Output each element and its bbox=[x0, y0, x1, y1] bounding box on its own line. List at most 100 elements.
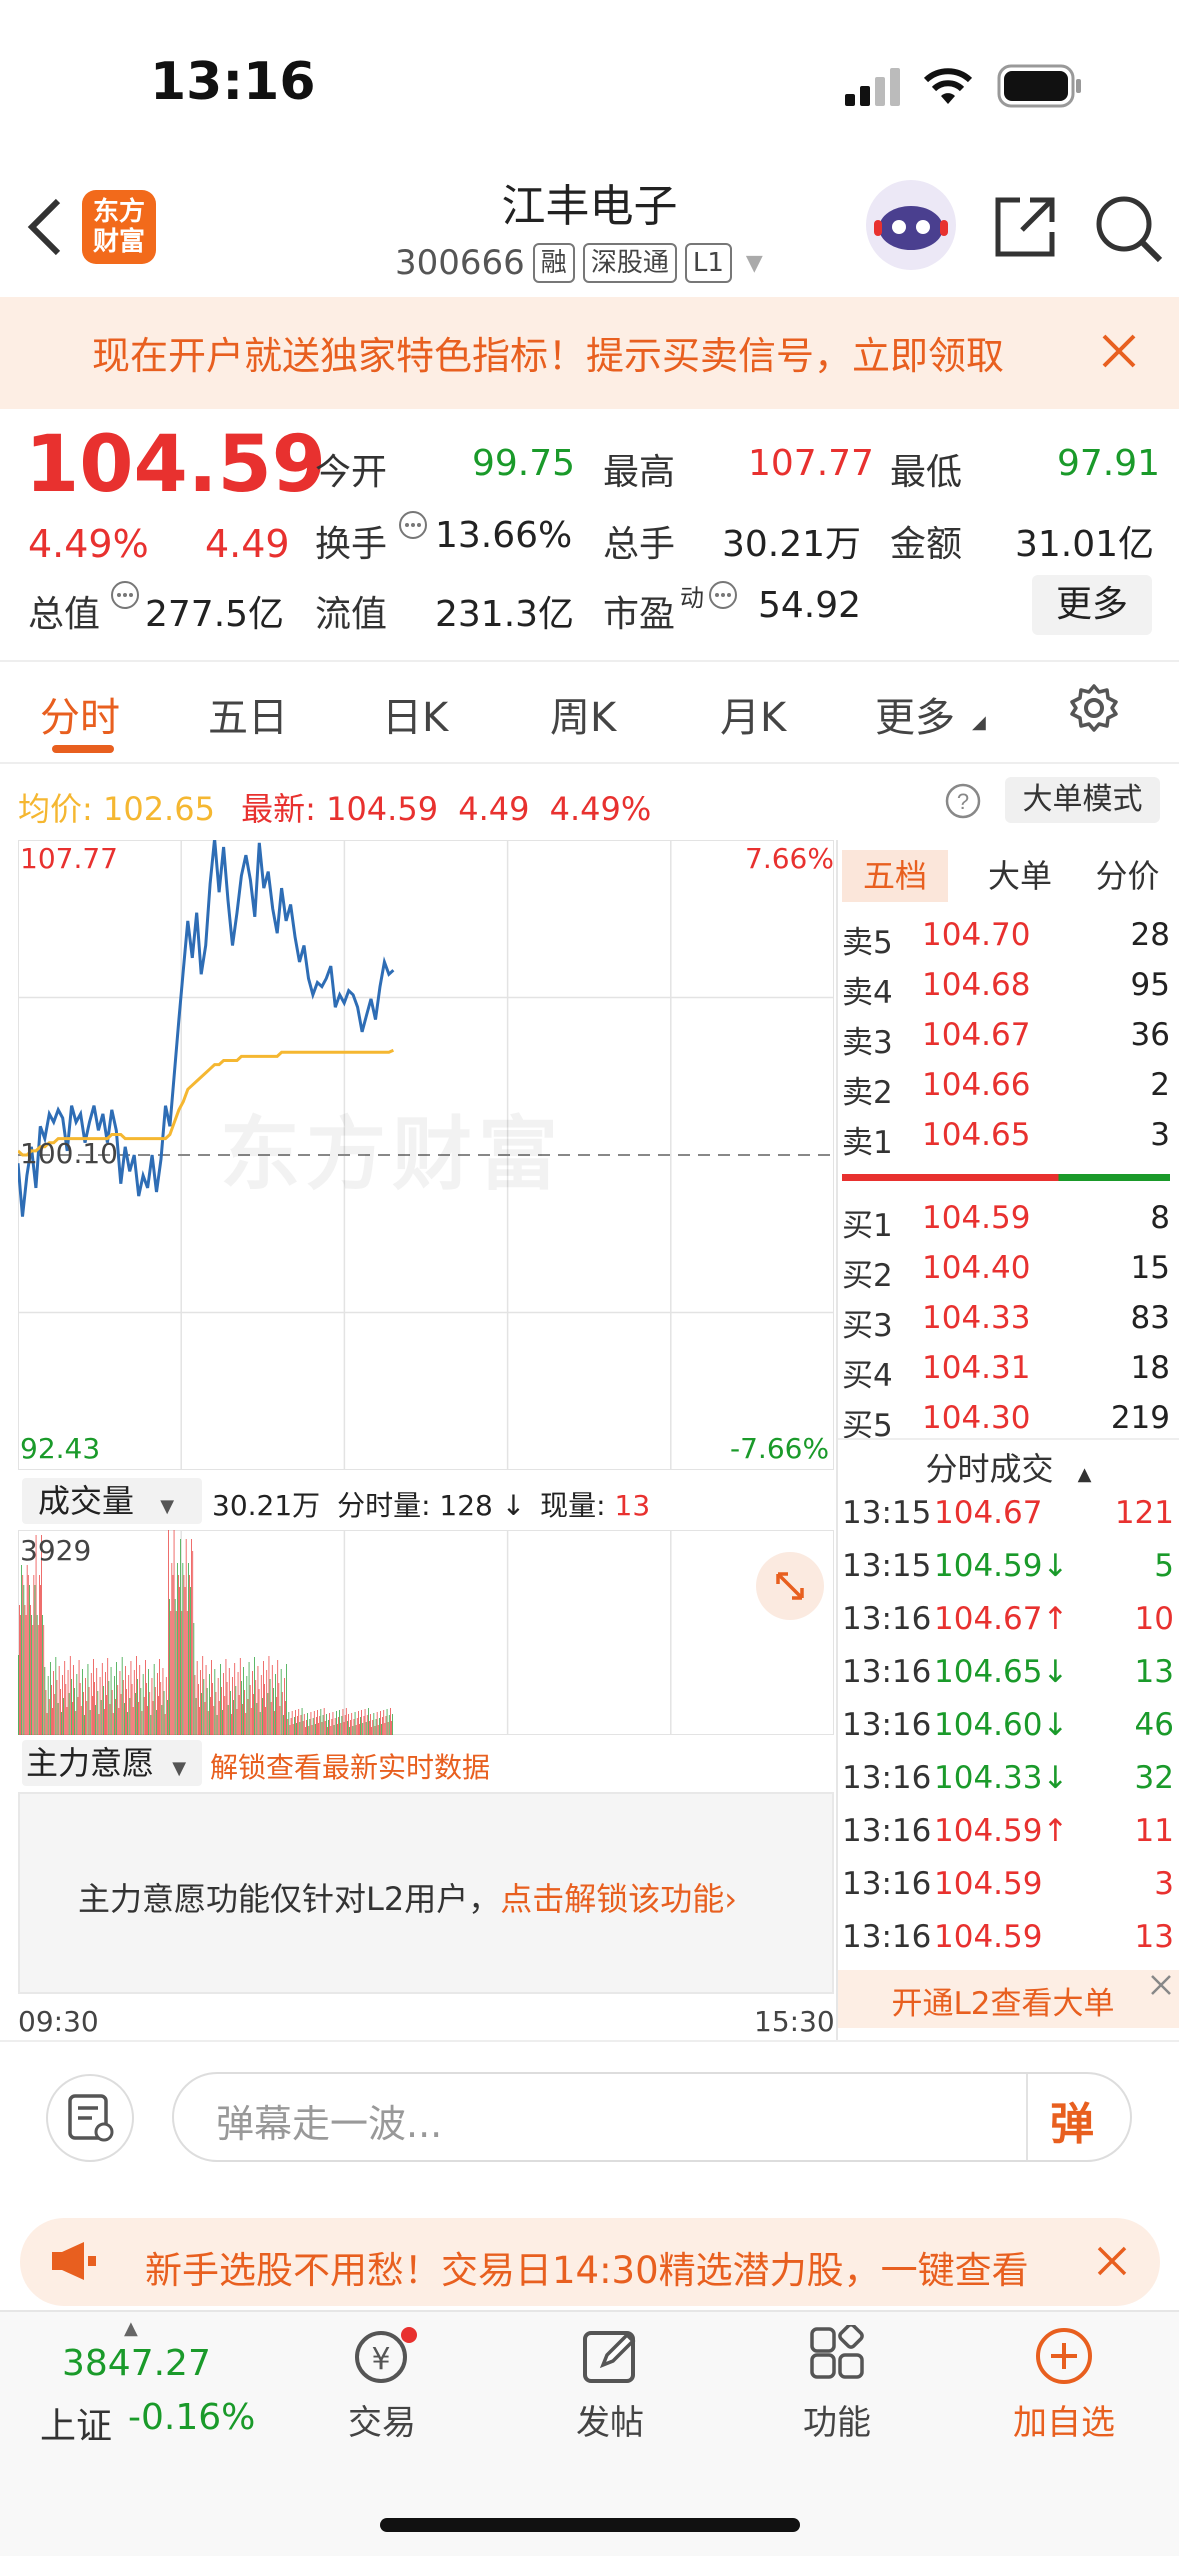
trade-row: 13:15 104.67 121 bbox=[842, 1495, 1174, 1531]
volume-bar bbox=[131, 1684, 133, 1735]
volume-chart[interactable] bbox=[18, 1530, 834, 1735]
volume-bar bbox=[106, 1695, 107, 1735]
pct-axis-top-label: 7.66% bbox=[745, 842, 834, 875]
close-icon[interactable] bbox=[1148, 1972, 1174, 2002]
nav-functions[interactable]: 功能 bbox=[757, 2325, 917, 2444]
volume-bar bbox=[328, 1720, 329, 1735]
volume-bar bbox=[147, 1706, 148, 1735]
trades-title-text: 分时成交 bbox=[925, 1450, 1054, 1488]
orderbook-tab-bigorder[interactable]: 大单 bbox=[970, 850, 1070, 902]
ask-row[interactable]: 卖5 104.70 28 bbox=[842, 917, 1170, 962]
volume-bar bbox=[384, 1723, 386, 1735]
volume-bar bbox=[56, 1680, 58, 1735]
volume-bar bbox=[236, 1709, 238, 1735]
orderbook-tab-5level[interactable]: 五档 bbox=[842, 850, 948, 902]
bid-row[interactable]: 买1 104.59 8 bbox=[842, 1200, 1170, 1245]
volume-select[interactable]: 成交量 ▼ bbox=[22, 1478, 202, 1524]
volume-bar bbox=[132, 1707, 134, 1735]
trade-price: 104.59 bbox=[934, 1866, 1043, 1902]
nav-add-watchlist[interactable]: 加自选 bbox=[984, 2325, 1144, 2444]
volume-bar bbox=[57, 1703, 59, 1735]
danmaku-button[interactable]: 弹 bbox=[1050, 2088, 1094, 2152]
info-icon[interactable] bbox=[708, 580, 738, 614]
volume-bar bbox=[125, 1666, 126, 1735]
label-pe-sup: 动 bbox=[680, 584, 704, 612]
big-order-mode-button[interactable]: 大单模式 bbox=[1005, 777, 1160, 823]
volume-bar bbox=[196, 1661, 198, 1735]
share-icon[interactable] bbox=[990, 192, 1060, 266]
tab-more[interactable]: 更多 bbox=[875, 685, 955, 743]
bid-level: 买2 bbox=[842, 1258, 893, 1294]
volume-bar bbox=[21, 1565, 22, 1735]
divider bbox=[0, 2040, 1179, 2042]
search-icon[interactable] bbox=[1092, 192, 1166, 270]
help-icon[interactable]: ? bbox=[944, 782, 982, 824]
expand-icon[interactable] bbox=[756, 1552, 824, 1620]
nav-trade[interactable]: ¥ 交易 bbox=[302, 2325, 462, 2444]
tab-5day[interactable]: 五日 bbox=[208, 685, 288, 743]
stock-code-row[interactable]: 300666 融 深股通 L1 ▼ bbox=[395, 243, 763, 283]
settings-icon[interactable] bbox=[1068, 682, 1120, 738]
volume-bar bbox=[224, 1696, 226, 1735]
volume-bar bbox=[146, 1683, 147, 1735]
ask-row[interactable]: 卖3 104.67 36 bbox=[842, 1017, 1170, 1062]
main-force-select[interactable]: 主力意愿 ▼ bbox=[22, 1740, 202, 1786]
volume-bar bbox=[385, 1716, 387, 1735]
bid-price: 104.59 bbox=[922, 1200, 1031, 1236]
trades-title[interactable]: 分时成交 ▲ bbox=[838, 1444, 1179, 1490]
nav-post[interactable]: 发帖 bbox=[530, 2325, 690, 2444]
close-icon[interactable] bbox=[1100, 332, 1138, 374]
bid-volume: 15 bbox=[1130, 1250, 1170, 1286]
trade-price: 104.60↓ bbox=[934, 1707, 1069, 1743]
battery-icon bbox=[997, 64, 1083, 112]
index-name[interactable]: 上证 bbox=[40, 2397, 112, 2449]
volume-bar bbox=[99, 1677, 101, 1735]
index-value[interactable]: 3847.27 bbox=[62, 2343, 211, 2384]
volume-bar bbox=[368, 1708, 369, 1735]
unlock-feature-link[interactable]: 点击解锁该功能 bbox=[500, 1880, 724, 1918]
volume-bar bbox=[242, 1704, 243, 1735]
latest-value: 104.59 bbox=[326, 790, 439, 828]
notes-icon[interactable] bbox=[46, 2074, 134, 2162]
info-icon[interactable] bbox=[398, 510, 428, 544]
current-volume-label: 现量: bbox=[540, 1489, 606, 1522]
volume-bar bbox=[96, 1668, 98, 1735]
bid-row[interactable]: 买2 104.40 15 bbox=[842, 1250, 1170, 1295]
bid-row[interactable]: 买4 104.31 18 bbox=[842, 1350, 1170, 1395]
more-button[interactable]: 更多 bbox=[1032, 575, 1152, 635]
volume-bar bbox=[157, 1673, 158, 1735]
tab-weekly-k[interactable]: 周K bbox=[550, 685, 616, 743]
volume-bar bbox=[323, 1708, 325, 1735]
ask-row[interactable]: 卖1 104.65 3 bbox=[842, 1117, 1170, 1162]
volume-bar bbox=[244, 1690, 245, 1735]
value-amount: 31.01亿 bbox=[1015, 524, 1155, 565]
nav-post-label: 发帖 bbox=[576, 2403, 644, 2443]
volume-bar bbox=[213, 1706, 215, 1735]
bid-row[interactable]: 买3 104.33 83 bbox=[842, 1300, 1170, 1345]
promo-bar-text[interactable]: 新手选股不用愁！交易日14:30精选潜力股，一键查看 bbox=[145, 2240, 1075, 2294]
volume-bar bbox=[278, 1683, 280, 1735]
volume-bar bbox=[300, 1715, 302, 1735]
volume-bar bbox=[63, 1698, 64, 1735]
volume-bar bbox=[369, 1721, 370, 1735]
orderbook-tab-price[interactable]: 分价 bbox=[1080, 850, 1175, 902]
info-icon[interactable] bbox=[110, 580, 140, 614]
robot-avatar-icon[interactable] bbox=[866, 180, 956, 270]
ask-row[interactable]: 卖2 104.66 2 bbox=[842, 1067, 1170, 1112]
open-l2-link[interactable]: 开通L2查看大单 bbox=[838, 1978, 1168, 2023]
volume-bar bbox=[313, 1711, 315, 1735]
tab-monthly-k[interactable]: 月K bbox=[720, 685, 786, 743]
volume-bar bbox=[279, 1706, 281, 1735]
tab-intraday[interactable]: 分时 bbox=[40, 685, 120, 743]
promo-banner-text[interactable]: 现在开户就送独家特色指标！提示买卖信号，立即领取 bbox=[92, 325, 1062, 380]
volume-bar bbox=[209, 1674, 210, 1735]
chart-info-row: 均价: 102.65 最新: 104.59 4.49 4.49% bbox=[18, 784, 651, 830]
volume-bar bbox=[135, 1693, 136, 1735]
unlock-realtime-link[interactable]: 解锁查看最新实时数据 bbox=[210, 1746, 490, 1786]
ask-row[interactable]: 卖4 104.68 95 bbox=[842, 967, 1170, 1012]
tab-daily-k[interactable]: 日K bbox=[382, 685, 448, 743]
close-icon[interactable] bbox=[1095, 2244, 1129, 2282]
volume-bar bbox=[342, 1709, 344, 1735]
trade-time: 13:16 bbox=[842, 1707, 932, 1743]
index-percent[interactable]: -0.16% bbox=[128, 2397, 255, 2438]
